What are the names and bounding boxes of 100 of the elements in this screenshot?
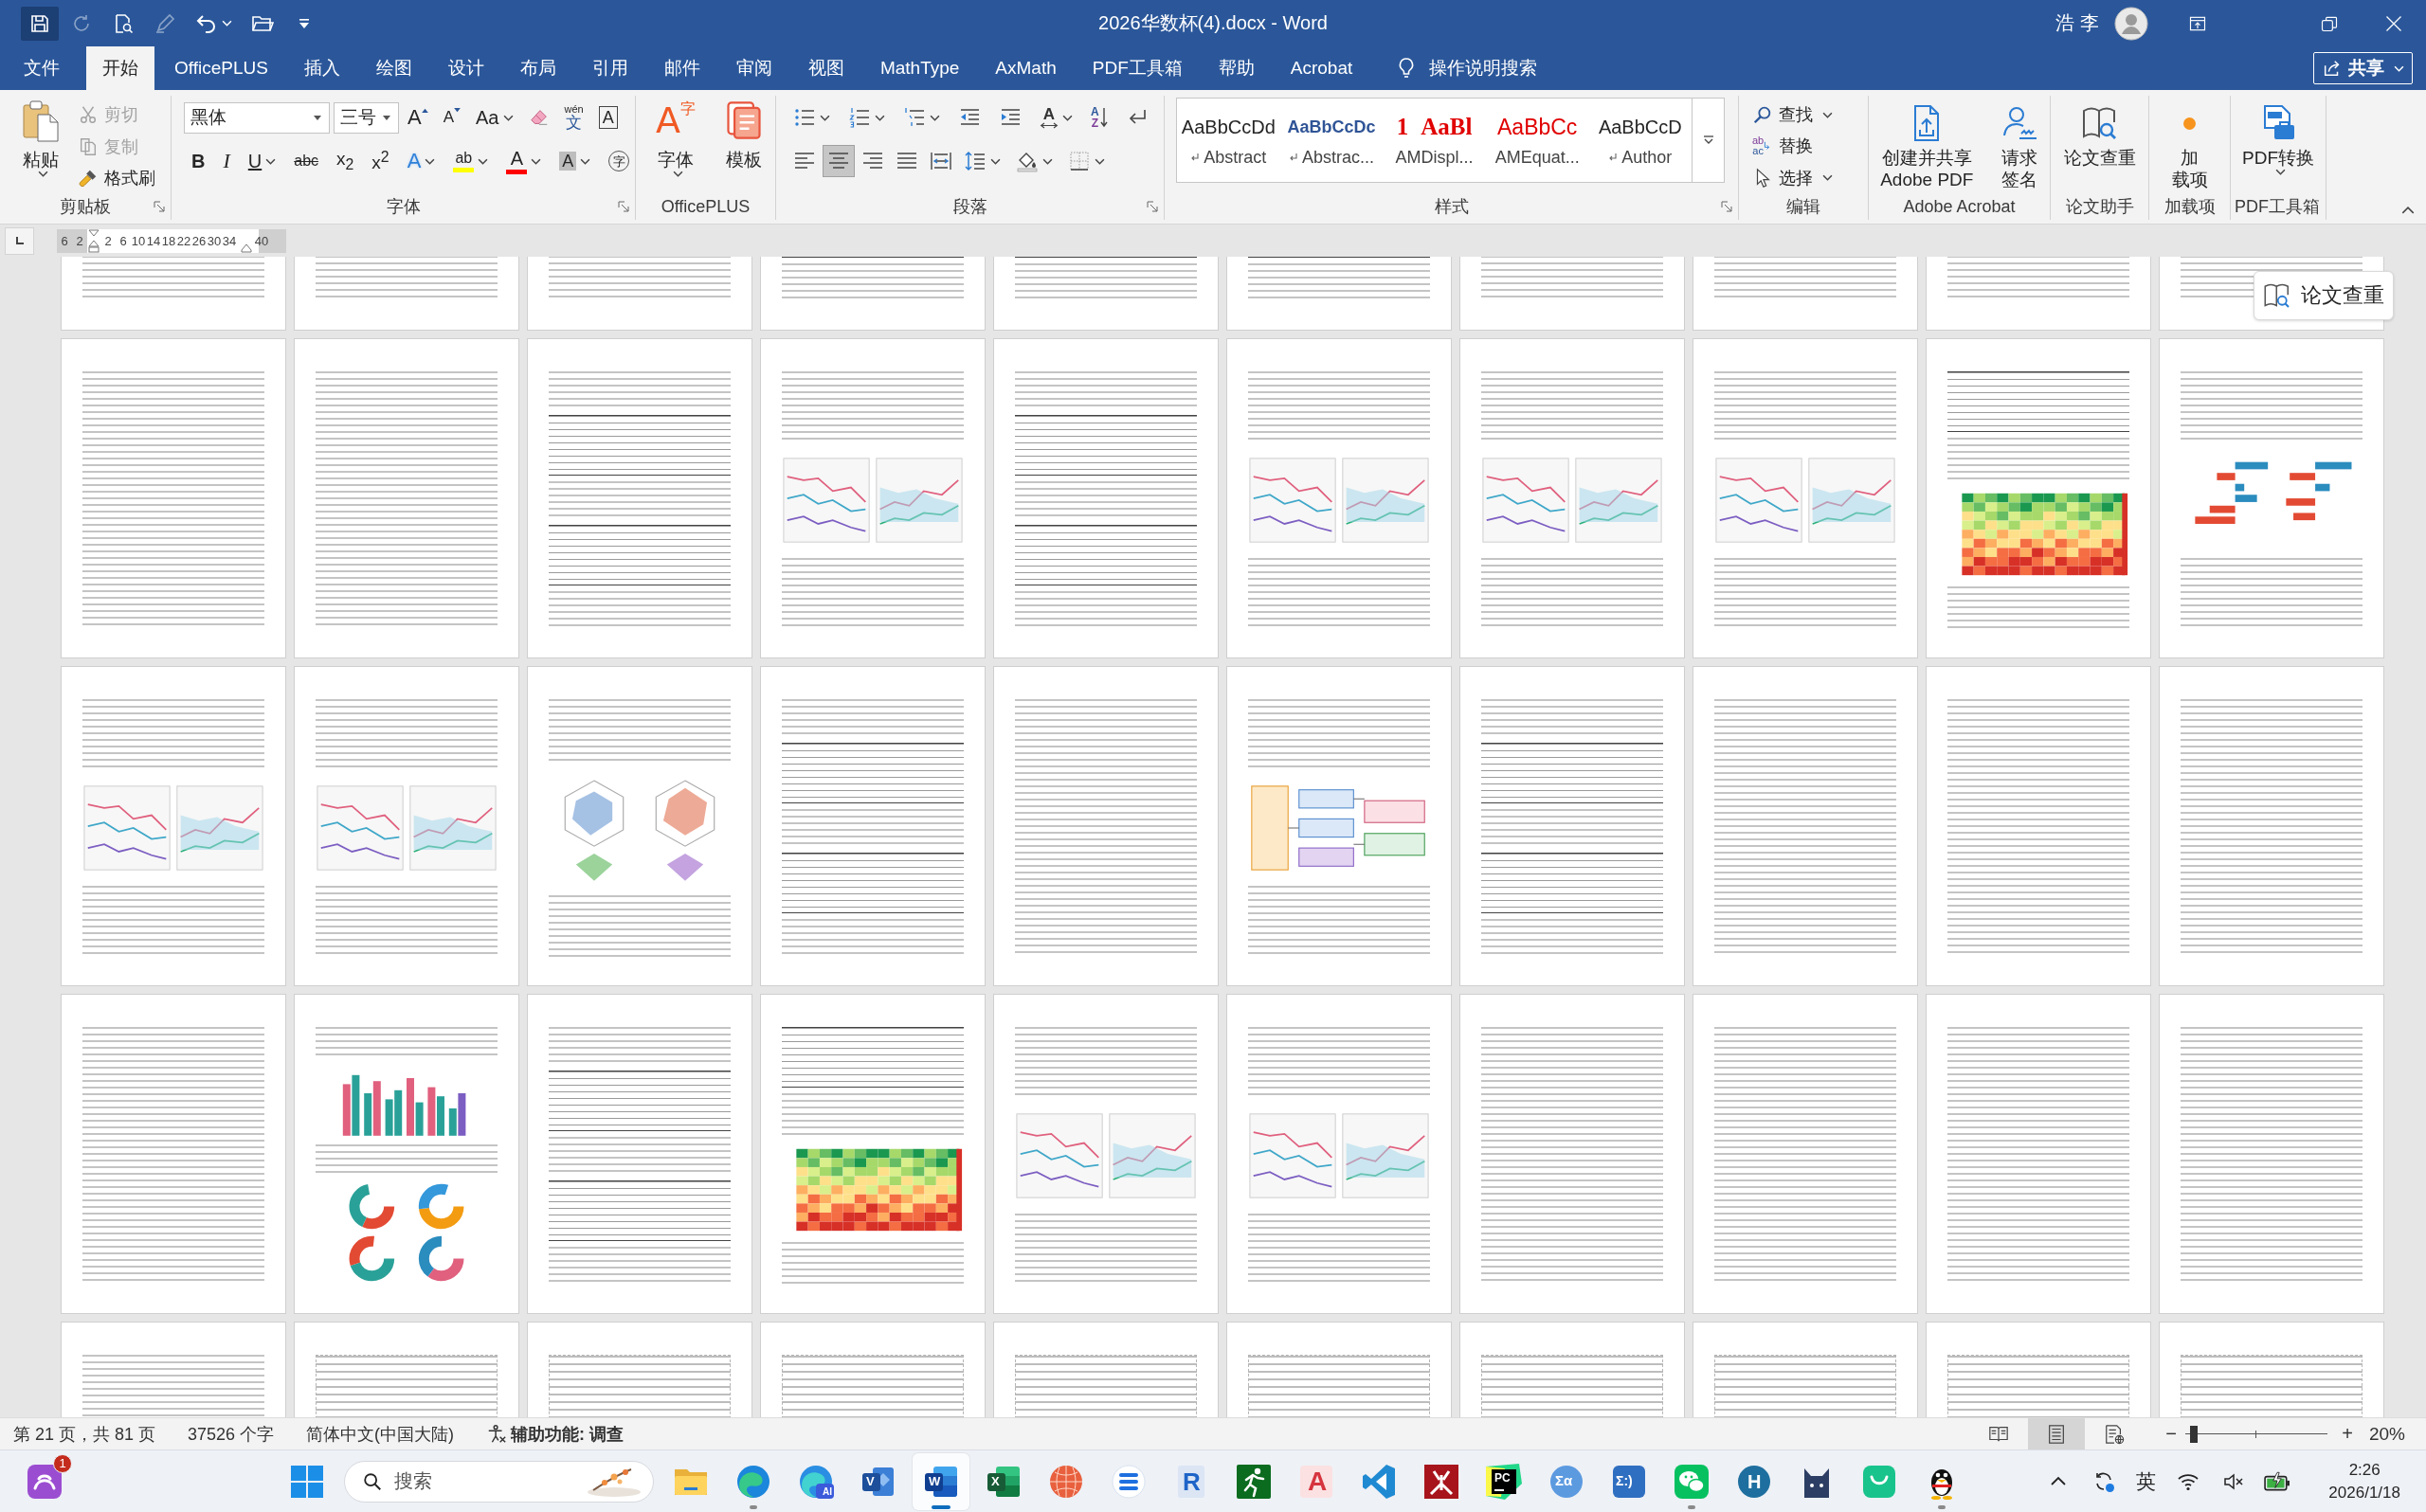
status-text[interactable]: 简体中文(中国大陆) [306,1422,455,1446]
search-field[interactable]: 搜索 [344,1460,654,1503]
triangle-up-icon [421,108,428,113]
line-spacing-icon [964,150,987,172]
dialog-launcher-icon[interactable] [618,201,629,212]
add-ins-button[interactable]: 加 载项 [2171,96,2208,193]
group-label: 字体 [386,196,421,218]
taskbar-button[interactable]: A [1288,1452,1345,1510]
style-gallery-item[interactable]: AaBbCcDd Abstract [1177,99,1280,182]
template-button[interactable]: 模板 [715,96,772,193]
ribbon-tab[interactable]: 邮件 [647,46,716,90]
ribbon-tab[interactable]: 设计 [431,46,500,90]
ribbon-tab[interactable]: 绘图 [359,46,428,90]
change-case-button[interactable]: Aa [471,101,518,134]
character-border-button[interactable]: A [593,101,623,134]
ribbon-tab[interactable]: AxMath [979,46,1073,90]
paste-button[interactable]: 粘贴 [8,96,74,193]
status-text[interactable]: 第 21 页，共 81 页 [13,1422,156,1446]
indent-marker-icon[interactable] [241,243,252,253]
enclose-characters-button[interactable]: 字 [601,145,638,177]
style-gallery-item[interactable]: AaBbCc AMEquat... [1485,99,1589,182]
plagiarism-check-button[interactable]: 论文查重 [2254,271,2394,320]
select-button[interactable]: 选择 [1752,162,1833,193]
widgets-button[interactable]: 1 [16,1452,73,1510]
slider-thumb[interactable] [2189,1425,2198,1443]
caret-icon [531,157,542,165]
eraser-icon [528,107,550,128]
request-signature-button[interactable]: 请求 签名 [2000,96,2038,193]
style-gallery-item[interactable]: 1 AaBl AMDispl... [1383,99,1486,182]
taskbar-button[interactable]: H [1726,1452,1783,1510]
ribbon-tab[interactable]: OfficePLUS [158,46,284,90]
underline-button[interactable]: U [240,145,284,177]
ribbon-tab[interactable]: 视图 [791,46,860,90]
ribbon-tab[interactable]: 文件 [8,46,76,90]
find-button[interactable]: 查找 [1752,99,1833,131]
share-button[interactable]: 共享 [2313,52,2413,84]
style-gallery-item[interactable]: AaBbCcD Author [1588,99,1693,182]
ribbon-tab[interactable]: 插入 [287,46,356,90]
ribbon-tab[interactable]: 开始 [86,46,154,90]
indent-marker-icon[interactable] [88,228,100,253]
dialog-launcher-icon[interactable] [154,201,165,212]
taskbar-button[interactable]: R [1163,1452,1220,1510]
ribbon-tab[interactable]: 审阅 [719,46,788,90]
create-pdf-button[interactable]: 创建并共享 Adobe PDF [1880,96,1974,193]
avatar-icon[interactable] [2114,6,2148,41]
tell-me-search[interactable]: 操作说明搜索 [1389,46,1544,90]
ribbon-tab[interactable]: Acrobat [1274,46,1369,90]
pdf-convert-button[interactable]: PDF转换 [2242,96,2314,193]
save-button[interactable] [21,6,59,41]
replace-button[interactable]: ab ac 替换 [1752,131,1833,162]
print-layout-button[interactable] [2027,1417,2085,1450]
dialog-launcher-icon[interactable] [1721,201,1732,212]
zoom-in-button[interactable]: + [2336,1423,2358,1445]
input-method-button[interactable]: 英 [2136,1467,2157,1495]
superscript-button[interactable]: x$^{2}$ [364,145,397,177]
ribbon-tab[interactable]: 引用 [575,46,644,90]
ribbon-tab[interactable]: 帮助 [1202,46,1271,90]
font-size-field[interactable]: 三号 [334,101,399,134]
tab-stop-selector[interactable] [5,226,34,255]
center-button[interactable] [823,145,855,177]
ribbon-tab[interactable]: PDF工具箱 [1076,46,1199,90]
taskbar-button[interactable]: X [975,1452,1032,1510]
strikethrough-button[interactable]: abc [286,145,327,177]
bold-button[interactable]: B [184,145,213,177]
status-text[interactable]: 辅助功能: 调查 [511,1422,625,1446]
ruler-number: 34 [222,233,237,248]
caret-icon [265,157,277,165]
search-icon [362,1470,383,1492]
shrink-font-button[interactable]: A [438,101,466,134]
font-color-button[interactable]: A [498,145,550,177]
zoom-out-button[interactable]: − [2160,1423,2182,1445]
close-icon[interactable] [2384,13,2403,33]
taskbar-button[interactable]: AI [788,1452,844,1510]
format-painter-button[interactable]: 格式刷 [78,163,155,193]
phonetic-guide-button[interactable]: wén 文 [559,101,588,134]
dialog-launcher-icon[interactable] [1147,201,1158,212]
ribbon-tab[interactable]: MathType [863,46,976,90]
font-name-field[interactable]: 黑体 [184,101,330,134]
taskbar-button[interactable]: W [913,1452,969,1510]
battery-charging-icon[interactable] [2264,1470,2291,1492]
highlight-button[interactable]: ab [445,145,497,177]
asian-layout-button[interactable]: A [1035,101,1077,134]
grow-font-button[interactable]: A [403,101,433,134]
subscript-button[interactable]: x$_{2}$ [329,145,362,177]
ribbon-tab[interactable]: 布局 [503,46,572,90]
status-text[interactable]: 37526 个字 [188,1422,275,1446]
text-effects-button[interactable]: A [399,145,444,177]
character-shading-button[interactable]: A [552,145,599,177]
caret-icon [1822,111,1833,118]
taskbar-button[interactable]: Σ:) [1601,1452,1657,1510]
zoom-level-button[interactable]: 20% [2368,1423,2405,1445]
sort-button[interactable]: A Z [1086,101,1113,134]
italic-button[interactable]: I [215,145,238,177]
clock[interactable]: 2:26 2026/1/18 [2328,1458,2400,1504]
style-gallery-item[interactable]: AaBbCcDc Abstrac... [1279,99,1384,182]
plagiarism-check-button[interactable]: 论文查重 [2063,96,2136,193]
taskbar-button[interactable]: PC [1476,1452,1532,1510]
collapse-ribbon-icon[interactable] [2401,207,2415,214]
dropdown-arrow-icon [314,115,321,120]
taskbar-button[interactable]: V [850,1452,907,1510]
